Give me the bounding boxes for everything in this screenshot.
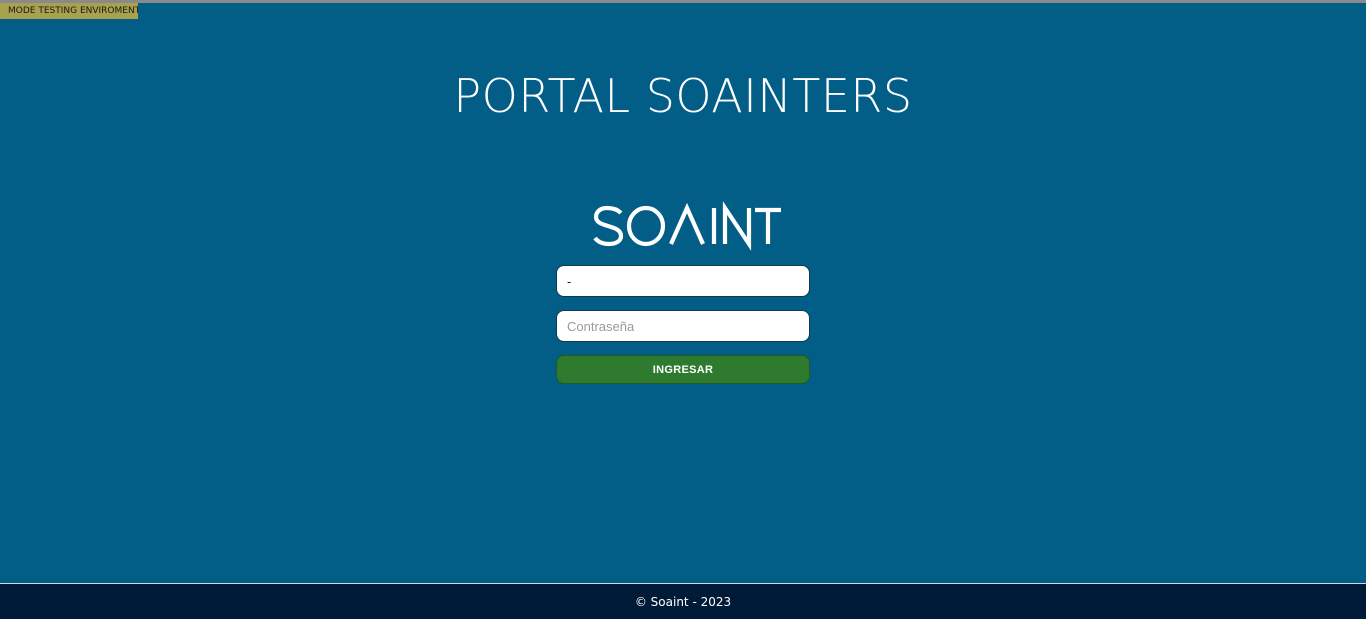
password-input[interactable] (556, 310, 810, 342)
page-title: PORTAL SOAINTERS (453, 69, 913, 123)
login-button[interactable]: INGRESAR (556, 355, 810, 384)
top-border (0, 0, 1366, 3)
username-input[interactable] (556, 265, 810, 297)
soaint-logo (583, 200, 783, 252)
environment-badge: MODE TESTING ENVIROMENT (0, 3, 138, 19)
footer-copyright: © Soaint - 2023 (0, 583, 1366, 619)
